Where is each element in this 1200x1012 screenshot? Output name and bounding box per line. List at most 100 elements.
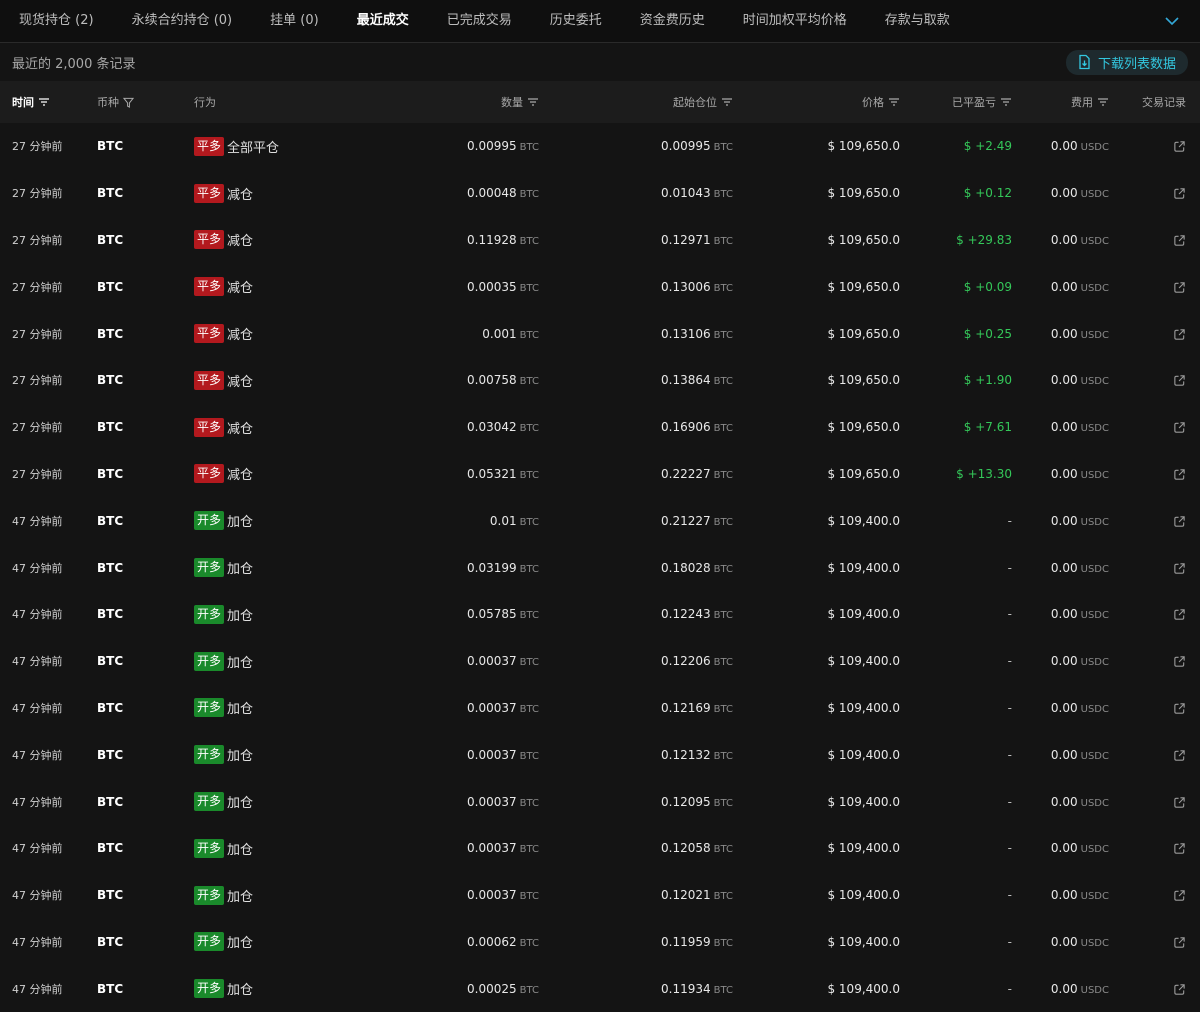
external-link-icon[interactable] bbox=[1173, 328, 1186, 341]
col-closed-pnl[interactable]: 已平盈亏 bbox=[900, 94, 1012, 110]
time-value: 47 分钟前 bbox=[12, 889, 63, 903]
sort-icon[interactable] bbox=[1000, 97, 1012, 107]
action-value: 加仓 bbox=[227, 608, 254, 624]
col-qty[interactable]: 数量 bbox=[386, 94, 539, 110]
sort-icon[interactable] bbox=[721, 97, 733, 107]
sort-icon[interactable] bbox=[888, 97, 900, 107]
external-link-icon[interactable] bbox=[1173, 281, 1186, 294]
coin-value[interactable]: BTC bbox=[97, 420, 123, 434]
external-link-icon[interactable] bbox=[1173, 842, 1186, 855]
cell-time: 27 分钟前 bbox=[0, 466, 97, 482]
coin-value[interactable]: BTC bbox=[97, 935, 123, 949]
coin-value[interactable]: BTC bbox=[97, 607, 123, 621]
cell-start-position: 0.01043 BTC bbox=[539, 186, 733, 200]
filter-icon[interactable] bbox=[123, 97, 134, 108]
coin-value[interactable]: BTC bbox=[97, 233, 123, 247]
tab-funding-history[interactable]: 资金费历史 bbox=[621, 0, 724, 42]
coin-value[interactable]: BTC bbox=[97, 841, 123, 855]
tab-twap[interactable]: 时间加权平均价格 bbox=[724, 0, 866, 42]
time-value: 27 分钟前 bbox=[12, 280, 63, 294]
tab-deposits-withdrawals[interactable]: 存款与取款 bbox=[866, 0, 969, 42]
time-value: 47 分钟前 bbox=[12, 935, 63, 949]
coin-value[interactable]: BTC bbox=[97, 280, 123, 294]
download-button[interactable]: 下载列表数据 bbox=[1065, 49, 1188, 75]
fee-value: 0.00 bbox=[1050, 139, 1078, 154]
external-link-icon[interactable] bbox=[1173, 889, 1186, 902]
coin-value[interactable]: BTC bbox=[97, 701, 123, 715]
external-link-icon[interactable] bbox=[1173, 421, 1186, 434]
col-action-label: 行为 bbox=[194, 96, 216, 109]
external-link-icon[interactable] bbox=[1173, 140, 1186, 153]
table-row: 27 分钟前 BTC 平多 减仓 0.00758 BTC 0.13864 BTC $… bbox=[0, 357, 1200, 404]
external-link-icon[interactable] bbox=[1173, 655, 1186, 668]
coin-value[interactable]: BTC bbox=[97, 514, 123, 528]
external-link-icon[interactable] bbox=[1173, 234, 1186, 247]
external-link-icon[interactable] bbox=[1173, 983, 1186, 996]
action-value: 减仓 bbox=[227, 421, 254, 437]
qty-unit: BTC bbox=[519, 891, 539, 903]
coin-value[interactable]: BTC bbox=[97, 139, 123, 153]
col-time[interactable]: 时间 bbox=[0, 94, 97, 110]
action-value: 减仓 bbox=[227, 187, 254, 203]
col-coin[interactable]: 币种 bbox=[97, 94, 194, 110]
chevron-down-icon[interactable] bbox=[1164, 13, 1180, 29]
cell-coin: BTC bbox=[97, 467, 194, 481]
side-badge: 平多 bbox=[194, 464, 225, 484]
cell-coin: BTC bbox=[97, 327, 194, 341]
tab-spot-positions[interactable]: 现货持仓 (2) bbox=[0, 0, 113, 42]
cell-price: $ 109,650.0 bbox=[733, 327, 900, 341]
external-link-icon[interactable] bbox=[1173, 374, 1186, 387]
tab-open-orders[interactable]: 挂单 (0) bbox=[251, 0, 338, 42]
cell-coin: BTC bbox=[97, 888, 194, 902]
cell-action: 平多 减仓 bbox=[194, 277, 386, 297]
coin-value[interactable]: BTC bbox=[97, 467, 123, 481]
cell-price: $ 109,400.0 bbox=[733, 888, 900, 902]
col-fee[interactable]: 费用 bbox=[1012, 94, 1109, 110]
cell-action: 开多 加仓 bbox=[194, 745, 386, 765]
side-badge: 开多 bbox=[194, 979, 225, 999]
coin-value[interactable]: BTC bbox=[97, 748, 123, 762]
external-link-icon[interactable] bbox=[1173, 187, 1186, 200]
sort-icon[interactable] bbox=[38, 97, 50, 107]
coin-value[interactable]: BTC bbox=[97, 327, 123, 341]
sort-icon[interactable] bbox=[1097, 97, 1109, 107]
fee-unit: USDC bbox=[1080, 282, 1109, 294]
external-link-icon[interactable] bbox=[1173, 468, 1186, 481]
coin-value[interactable]: BTC bbox=[97, 982, 123, 996]
cell-pnl: - bbox=[900, 841, 1012, 855]
external-link-icon[interactable] bbox=[1173, 608, 1186, 621]
start-unit: BTC bbox=[713, 750, 733, 762]
external-link-icon[interactable] bbox=[1173, 702, 1186, 715]
coin-value[interactable]: BTC bbox=[97, 888, 123, 902]
cell-fee: 0.00 USDC bbox=[1012, 748, 1109, 762]
external-link-icon[interactable] bbox=[1173, 515, 1186, 528]
col-trade-record: 交易记录 bbox=[1109, 94, 1200, 110]
col-price[interactable]: 价格 bbox=[733, 94, 900, 110]
cell-trade-record bbox=[1109, 935, 1200, 949]
fee-unit: USDC bbox=[1080, 329, 1109, 341]
coin-value[interactable]: BTC bbox=[97, 654, 123, 668]
time-value: 47 分钟前 bbox=[12, 842, 63, 856]
cell-coin: BTC bbox=[97, 795, 194, 809]
external-link-icon[interactable] bbox=[1173, 796, 1186, 809]
cell-price: $ 109,400.0 bbox=[733, 514, 900, 528]
cell-price: $ 109,650.0 bbox=[733, 467, 900, 481]
cell-price: $ 109,650.0 bbox=[733, 139, 900, 153]
qty-value: 0.00035 bbox=[467, 279, 517, 294]
cell-pnl: - bbox=[900, 701, 1012, 715]
coin-value[interactable]: BTC bbox=[97, 186, 123, 200]
tab-recent-trades[interactable]: 最近成交 bbox=[338, 0, 428, 42]
tab-perp-positions[interactable]: 永续合约持仓 (0) bbox=[113, 0, 252, 42]
coin-value[interactable]: BTC bbox=[97, 373, 123, 387]
sort-icon[interactable] bbox=[527, 97, 539, 107]
side-badge: 平多 bbox=[194, 324, 225, 344]
external-link-icon[interactable] bbox=[1173, 562, 1186, 575]
external-link-icon[interactable] bbox=[1173, 936, 1186, 949]
coin-value[interactable]: BTC bbox=[97, 795, 123, 809]
tab-completed-trades[interactable]: 已完成交易 bbox=[428, 0, 531, 42]
cell-qty: 0.00037 BTC bbox=[386, 701, 539, 715]
tab-order-history[interactable]: 历史委托 bbox=[531, 0, 621, 42]
external-link-icon[interactable] bbox=[1173, 749, 1186, 762]
coin-value[interactable]: BTC bbox=[97, 561, 123, 575]
col-start-position[interactable]: 起始仓位 bbox=[539, 94, 733, 110]
